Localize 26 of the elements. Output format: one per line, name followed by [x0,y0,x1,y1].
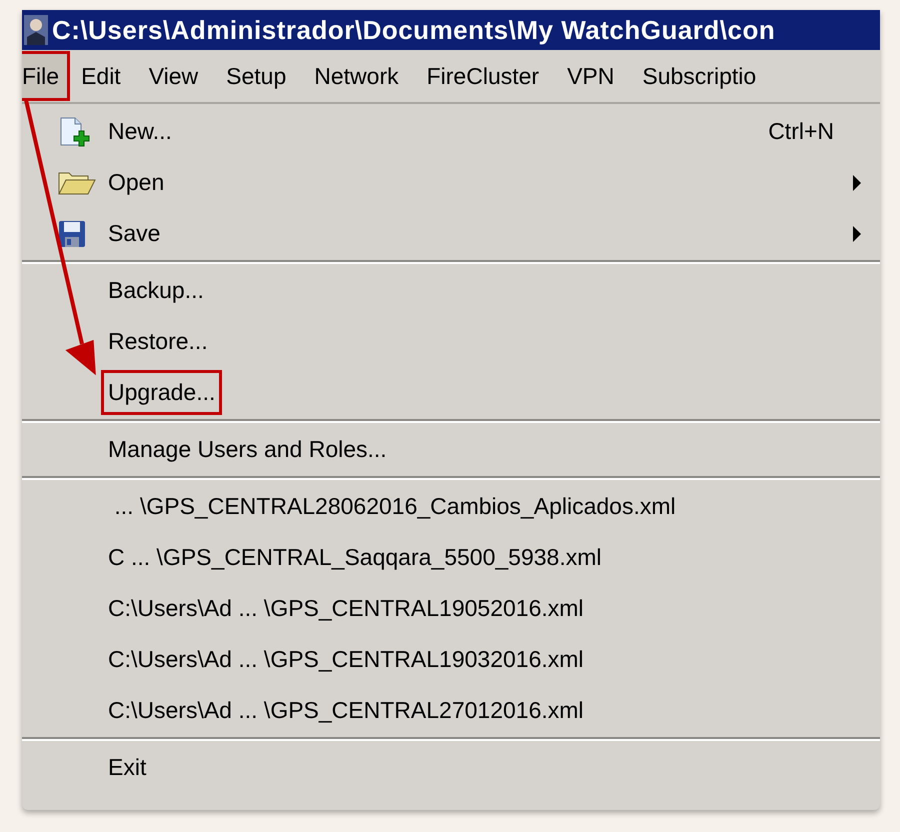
app-icon [24,15,48,45]
new-document-icon [58,116,92,146]
menu-item[interactable]: Restore... [104,322,212,361]
menu-item[interactable]: Open [104,163,168,202]
window-title: C:\Users\Administrador\Documents\My WatchGuard\con [52,14,776,46]
menu-item[interactable]: Manage Users and Roles... [104,430,391,469]
folder-icon [58,170,96,196]
menu-item[interactable]: New... [104,112,176,151]
menu-item[interactable]: Save [104,214,164,253]
menu-item[interactable]: C:\Users\Ad ... \GPS_CENTRAL19052016.xml [104,589,588,628]
menu-item[interactable]: Exit [104,748,150,787]
menu-bar-item[interactable]: File [22,54,68,98]
menu-bar-item[interactable]: Network [300,54,413,98]
menu-bar-item[interactable]: FireCluster [412,54,554,98]
menu-item[interactable]: C:\Users\Ad ... \GPS_CENTRAL27012016.xml [104,691,588,730]
menu-item[interactable]: Upgrade... [104,373,220,412]
menu-bar-item[interactable]: Setup [212,54,300,98]
menu-bar-item[interactable]: Subscriptio [628,54,770,98]
menu-item[interactable]: C:\Users\Ad ... \GPS_CENTRAL19032016.xml [104,640,588,679]
menu-item[interactable]: ... \GPS_CENTRAL28062016_Cambios_Aplicados.xml [104,487,680,526]
shortcut-label: Ctrl+N [768,117,834,146]
menu-item[interactable]: C ... \GPS_CENTRAL_Saqqara_5500_5938.xml [104,538,606,577]
menu-bar-item[interactable]: Edit [67,54,135,98]
menu-item[interactable]: Backup... [104,271,208,310]
menu-bar-item[interactable]: VPN [553,54,628,98]
menu-bar-item[interactable]: View [134,54,212,98]
